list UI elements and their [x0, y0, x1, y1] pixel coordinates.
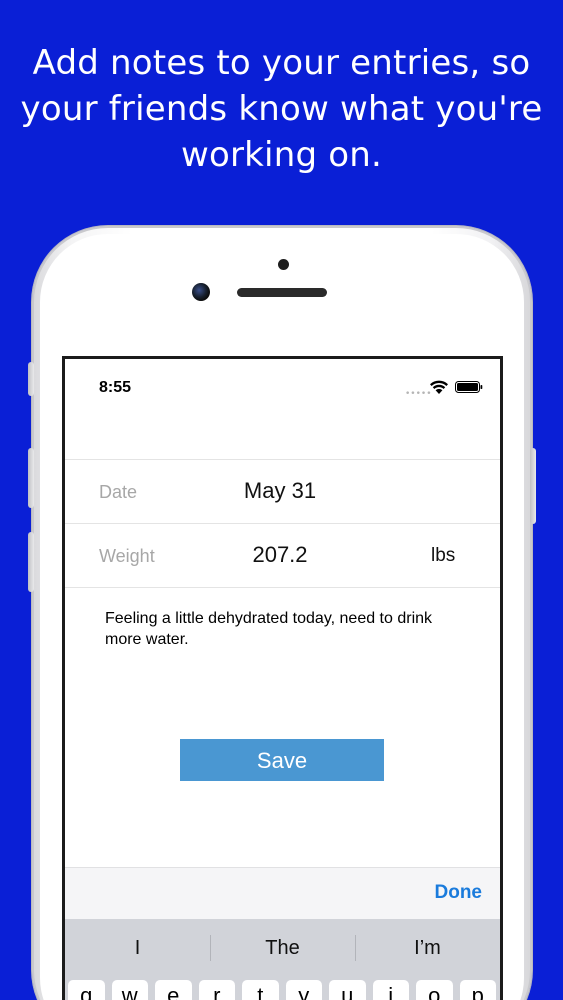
- status-bar: 8:55 •••••: [65, 359, 500, 399]
- signal-strength-icon: •••••: [405, 389, 432, 399]
- key-e[interactable]: e: [155, 980, 192, 1000]
- save-button[interactable]: Save: [180, 739, 384, 781]
- key-t[interactable]: t: [242, 980, 279, 1000]
- key-o[interactable]: o: [416, 980, 453, 1000]
- notes-textarea[interactable]: Feeling a little dehydrated today, need …: [105, 608, 445, 650]
- promo-headline: Add notes to your entries, so your frien…: [0, 40, 563, 178]
- wifi-icon: [430, 380, 448, 394]
- earpiece-speaker: [237, 288, 327, 297]
- key-y[interactable]: y: [285, 980, 322, 1000]
- front-camera-icon: [192, 283, 210, 301]
- weight-input[interactable]: 207.2: [205, 542, 355, 568]
- date-label: Date: [99, 482, 138, 502]
- date-value[interactable]: May 31: [205, 478, 355, 504]
- keyboard: I The I’m q w e r t y u i o p: [65, 919, 500, 1000]
- key-r[interactable]: r: [198, 980, 235, 1000]
- proximity-sensor: [278, 259, 289, 270]
- volume-down-button: [28, 532, 34, 592]
- date-row[interactable]: Date May 31: [65, 459, 500, 523]
- status-time: 8:55: [99, 379, 132, 396]
- power-button: [530, 448, 536, 524]
- keyboard-accessory-bar: Done: [65, 867, 500, 919]
- weight-unit: lbs: [431, 545, 456, 566]
- done-button[interactable]: Done: [435, 882, 483, 904]
- suggestion-item[interactable]: I’m: [355, 919, 500, 977]
- key-i[interactable]: i: [372, 980, 409, 1000]
- key-u[interactable]: u: [329, 980, 366, 1000]
- promo-page: Add notes to your entries, so your frien…: [0, 0, 563, 1000]
- battery-icon: [455, 381, 483, 393]
- suggestion-bar: I The I’m: [65, 919, 500, 977]
- divider: [65, 587, 500, 588]
- headline-line-1: Add notes to your entries, so: [32, 43, 531, 83]
- headline-line-2: your friends know what you're: [20, 89, 543, 129]
- key-row-top: q w e r t y u i o p: [68, 980, 500, 1000]
- suggestion-item[interactable]: The: [210, 919, 355, 977]
- key-w[interactable]: w: [111, 980, 148, 1000]
- suggestion-item[interactable]: I: [65, 919, 210, 977]
- weight-row[interactable]: Weight 207.2 lbs: [65, 523, 500, 587]
- key-q[interactable]: q: [68, 980, 105, 1000]
- key-p[interactable]: p: [459, 980, 496, 1000]
- headline-line-3: working on.: [180, 135, 383, 175]
- weight-label: Weight: [99, 546, 155, 566]
- phone-screen: 8:55 ••••• Date May 31 Weight 207.2 lbs …: [62, 356, 503, 1000]
- volume-up-button: [28, 448, 34, 508]
- mute-switch: [28, 362, 34, 396]
